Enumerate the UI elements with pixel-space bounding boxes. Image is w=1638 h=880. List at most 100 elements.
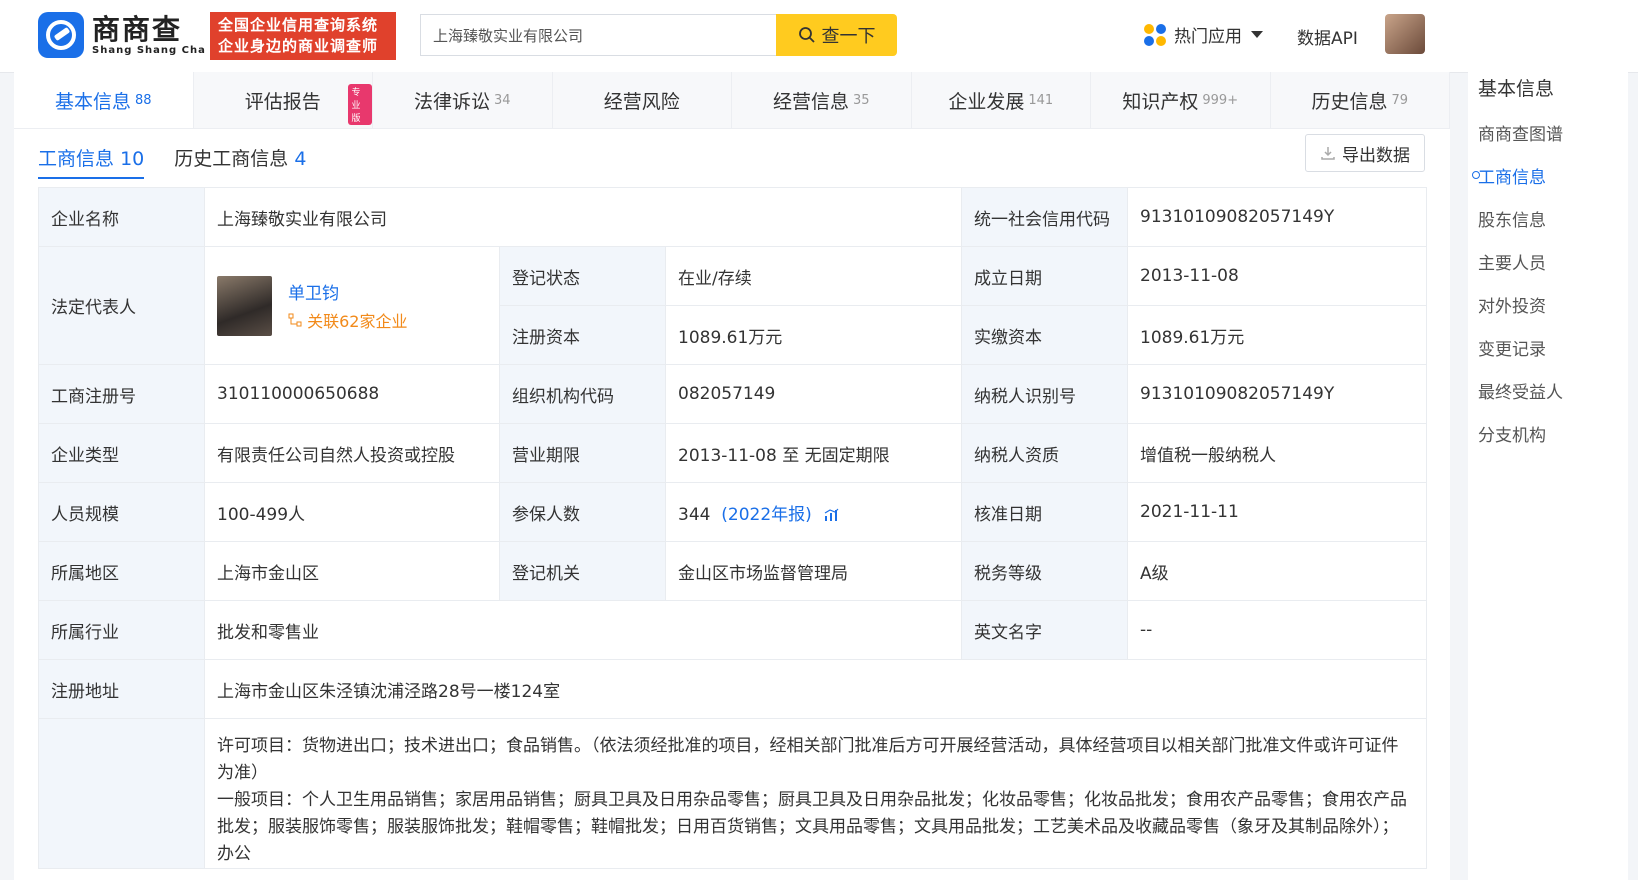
tax-grade: A级 [1127, 541, 1427, 601]
approve-date: 2021-11-11 [1127, 482, 1427, 542]
search-input[interactable] [420, 14, 776, 56]
search-button-label: 查一下 [821, 26, 876, 46]
side-nav-item-branches[interactable]: 分支机构 [1478, 421, 1546, 446]
related-companies-link[interactable]: 关联62家企业 [288, 308, 407, 332]
table-row: 许可项目：货物进出口；技术进出口；食品销售。（依法须经批准的项目，经相关部门批准… [38, 718, 1427, 869]
tab-litigation[interactable]: 法律诉讼 34 [373, 72, 553, 128]
tab-development[interactable]: 企业发展 141 [911, 72, 1091, 128]
slogan-line-1: 全国企业信用查询系统 [218, 16, 379, 34]
reg-authority: 金山区市场监督管理局 [665, 541, 962, 601]
tab-label: 基本信息 [54, 90, 131, 113]
search-button[interactable]: 查一下 [776, 14, 897, 56]
annual-report-link[interactable]: (2022年报) [721, 505, 812, 525]
field-label: 所属行业 [38, 600, 205, 660]
logo-text: 商商查 [92, 12, 183, 46]
field-label: 纳税人资质 [961, 423, 1128, 483]
tab-ip[interactable]: 知识产权 999+ [1091, 72, 1271, 128]
side-nav-title: 基本信息 [1478, 78, 1555, 100]
table-row: 工商注册号 310110000650688 组织机构代码 082057149 纳… [38, 364, 1427, 424]
subtab-label: 历史工商信息 [174, 148, 289, 170]
tab-operating-risk[interactable]: 经营风险 [552, 72, 732, 128]
business-info-table: 企业名称 上海臻敬实业有限公司 统一社会信用代码 913101090820571… [38, 187, 1427, 869]
side-nav-item-business-info[interactable]: 工商信息 [1472, 163, 1546, 188]
field-label: 组织机构代码 [499, 364, 666, 424]
tab-history[interactable]: 历史信息 79 [1270, 72, 1450, 128]
table-row: 注册地址 上海市金山区朱泾镇沈浦泾路28号一楼124室 [38, 659, 1427, 719]
tab-count: 999+ [1202, 92, 1239, 108]
side-nav-item-changes[interactable]: 变更记录 [1478, 335, 1546, 360]
slogan-line-2: 企业身边的商业调查师 [218, 37, 379, 55]
side-nav-item-beneficiary[interactable]: 最终受益人 [1478, 378, 1563, 403]
hot-apps-label: 热门应用 [1174, 27, 1242, 47]
field-label: 注册资本 [499, 305, 666, 365]
data-api-link[interactable]: 数据API [1297, 24, 1358, 49]
tab-label: 企业发展 [948, 90, 1025, 113]
tab-label: 法律诉讼 [413, 90, 490, 113]
field-label: 注册地址 [38, 659, 205, 719]
field-label: 人员规模 [38, 482, 205, 542]
side-nav-item-shareholders[interactable]: 股东信息 [1478, 206, 1546, 231]
scope-general: 一般项目：个人卫生用品销售；家居用品销售；厨具卫具及日用杂品零售；厨具卫具及日用… [217, 790, 1407, 864]
english-name: -- [1127, 600, 1427, 660]
slogan-banner: 全国企业信用查询系统 企业身边的商业调查师 [210, 12, 396, 60]
scope-licensed: 许可项目：货物进出口；技术进出口；食品销售。（依法须经批准的项目，经相关部门批准… [217, 736, 1399, 783]
industry: 批发和零售业 [204, 600, 962, 660]
business-scope: 许可项目：货物进出口；技术进出口；食品销售。（依法须经批准的项目，经相关部门批准… [204, 718, 1427, 869]
user-avatar[interactable] [1385, 14, 1425, 54]
tab-label: 评估报告 [244, 90, 321, 113]
legal-rep-photo[interactable] [217, 275, 272, 336]
company-name: 上海臻敬实业有限公司 [204, 187, 962, 247]
download-icon [1321, 147, 1335, 160]
subtab-business-info[interactable]: 工商信息 10 [38, 144, 145, 179]
chart-icon[interactable] [823, 507, 839, 523]
sub-tabs: 工商信息 10 历史工商信息 4 [38, 144, 306, 179]
network-icon [288, 313, 302, 327]
tab-label: 历史信息 [1311, 90, 1388, 113]
side-nav-item-graph[interactable]: 商商查图谱 [1478, 120, 1563, 145]
table-row: 所属行业 批发和零售业 英文名字 -- [38, 600, 1427, 660]
subtab-history-business-info[interactable]: 历史工商信息 4 [174, 144, 306, 179]
logo-subtext: Shang Shang Cha [92, 44, 206, 56]
side-nav-label: 工商信息 [1478, 168, 1546, 188]
main-panel: 基本信息 88 评估报告 专业版 法律诉讼 34 经营风险 经营信息 35 企业发展 14… [14, 72, 1450, 880]
reg-status: 在业/存续 [665, 246, 962, 306]
hot-apps-menu[interactable]: 热门应用 [1144, 22, 1264, 47]
staff-size: 100-499人 [204, 482, 500, 542]
export-button[interactable]: 导出数据 [1305, 134, 1425, 172]
tab-operating-info[interactable]: 经营信息 35 [732, 72, 912, 128]
logo[interactable]: 商商查 Shang Shang Cha [38, 12, 206, 58]
logo-icon [38, 12, 84, 58]
field-label: 税务等级 [961, 541, 1128, 601]
field-label: 企业类型 [38, 423, 205, 483]
reg-address: 上海市金山区朱泾镇沈浦泾路28号一楼124室 [204, 659, 1427, 719]
reg-no: 310110000650688 [204, 364, 500, 424]
field-label: 实缴资本 [961, 305, 1128, 365]
tab-assessment-report[interactable]: 评估报告 专业版 [193, 72, 373, 128]
reg-capital: 1089.61万元 [665, 305, 962, 365]
table-row: 企业类型 有限责任公司自然人投资或控股 营业期限 2013-11-08 至 无固… [38, 423, 1427, 483]
field-label: 营业期限 [499, 423, 666, 483]
field-label: 企业名称 [38, 187, 205, 247]
field-label [38, 718, 205, 869]
main-tabs: 基本信息 88 评估报告 专业版 法律诉讼 34 经营风险 经营信息 35 企业发展 14… [14, 72, 1450, 129]
caret-down-icon [1251, 30, 1263, 38]
side-nav: 基本信息 商商查图谱 工商信息 股东信息 主要人员 对外投资 变更记录 最终受益… [1468, 72, 1628, 880]
top-header: 商商查 Shang Shang Cha 全国企业信用查询系统 企业身边的商业调查… [0, 0, 1638, 73]
field-label: 统一社会信用代码 [961, 187, 1128, 247]
tab-basic-info[interactable]: 基本信息 88 [14, 72, 194, 128]
field-label: 登记状态 [499, 246, 666, 306]
legal-rep-cell: 单卫钧 关联62家企业 [204, 246, 500, 365]
side-nav-item-investments[interactable]: 对外投资 [1478, 292, 1546, 317]
apps-icon [1144, 23, 1166, 46]
tab-label: 经营信息 [772, 90, 849, 113]
taxpayer-qualification: 增值税一般纳税人 [1127, 423, 1427, 483]
subtab-count: 4 [294, 148, 307, 170]
tab-count: 88 [134, 92, 152, 108]
field-label: 法定代表人 [38, 246, 205, 365]
found-date: 2013-11-08 [1127, 246, 1427, 306]
side-nav-item-key-people[interactable]: 主要人员 [1478, 249, 1546, 274]
region: 上海市金山区 [204, 541, 500, 601]
table-row: 人员规模 100-499人 参保人数 344 (2022年报) 核准日期 202… [38, 482, 1427, 542]
subtab-count: 10 [120, 148, 145, 170]
legal-rep-name[interactable]: 单卫钧 [288, 279, 407, 304]
